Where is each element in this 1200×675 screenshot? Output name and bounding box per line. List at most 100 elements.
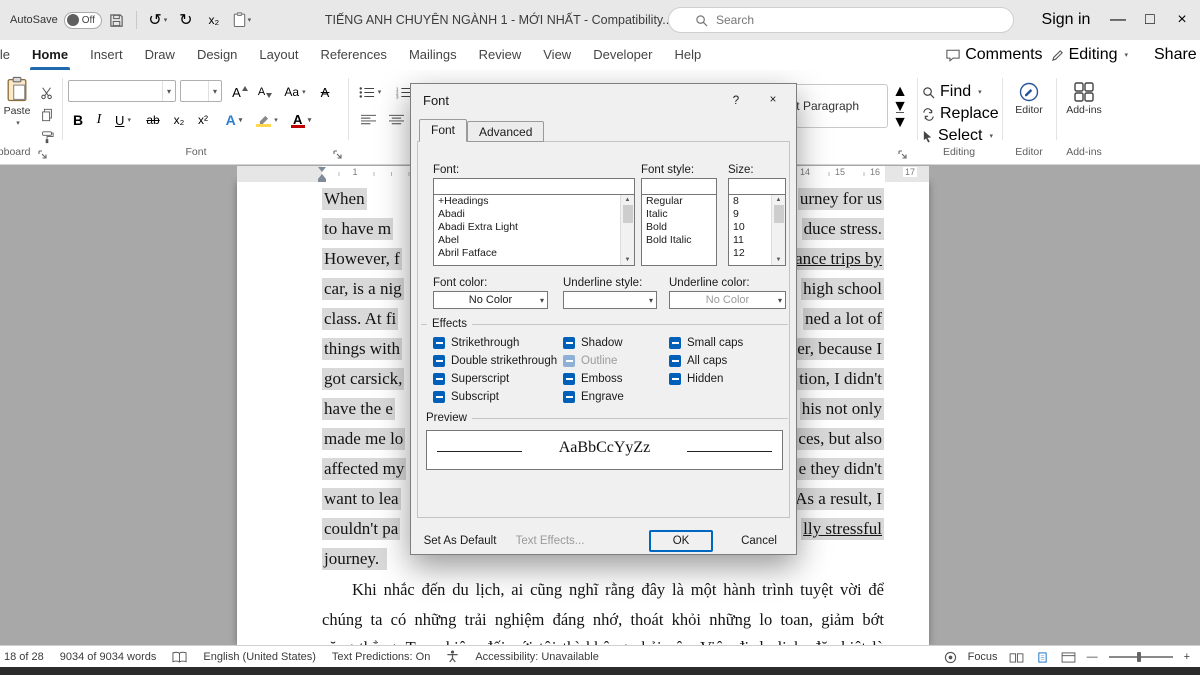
word-count[interactable]: 9034 of 9034 words <box>60 651 157 663</box>
paste-button[interactable]: Paste ▾ <box>0 76 40 127</box>
doc-text-right[interactable]: ned a lot of <box>803 308 884 330</box>
doc-text-right[interactable]: ance trips by <box>793 248 884 270</box>
accessibility-indicator[interactable]: Accessibility: Unavailable <box>475 651 599 663</box>
scroll-up-icon[interactable]: ▲ <box>625 197 631 203</box>
checkbox-icon[interactable] <box>433 355 445 367</box>
tab-mailings[interactable]: Mailings <box>398 40 468 70</box>
dialog-close-button[interactable]: × <box>758 88 788 112</box>
scroll-thumb[interactable] <box>774 205 784 223</box>
editing-mode-button[interactable]: Editing ▾ <box>1051 43 1128 67</box>
doc-paragraph-vietnamese[interactable]: căng thẳng. Tuy nhiên, đối với tôi thì k… <box>322 638 884 645</box>
scroll-thumb[interactable] <box>623 205 633 223</box>
grow-font-button[interactable]: A <box>228 80 252 104</box>
doc-text-right[interactable]: duce stress. <box>802 218 884 240</box>
shrink-font-button[interactable]: A <box>254 80 276 104</box>
checkbox-subscript[interactable]: Subscript <box>433 390 499 404</box>
clipboard-dialog-launcher[interactable] <box>38 149 49 160</box>
accessibility-icon[interactable] <box>446 650 459 663</box>
text-effects-button[interactable]: A▾ <box>220 108 248 132</box>
list-item[interactable]: +Headings <box>434 195 634 208</box>
list-item[interactable]: Abadi Extra Light <box>434 221 634 234</box>
align-left-button[interactable] <box>356 108 380 132</box>
size-list[interactable]: 8 9 10 11 12 ▲ ▼ <box>728 194 786 266</box>
font-color-button[interactable]: A ▾ <box>286 108 316 132</box>
checkbox-double-strikethrough[interactable]: Double strikethrough <box>433 354 557 368</box>
font-color-combo[interactable]: No Color ▾ <box>433 291 548 309</box>
find-button[interactable]: Find ▾ <box>922 82 982 102</box>
doc-paragraph-vietnamese[interactable]: Khi nhắc đến du lịch, ai cũng nghĩ rằng … <box>322 580 884 600</box>
first-line-indent-marker[interactable] <box>318 167 326 172</box>
checkbox-strikethrough[interactable]: Strikethrough <box>433 336 519 350</box>
doc-text-right[interactable]: As a result, I <box>793 488 884 510</box>
checkbox-icon[interactable] <box>433 337 445 349</box>
editor-button[interactable]: Editor <box>1006 82 1052 116</box>
language-indicator[interactable]: English (United States) <box>203 651 316 663</box>
scrollbar[interactable]: ▲ ▼ <box>620 195 634 265</box>
tab-draw[interactable]: Draw <box>134 40 186 70</box>
checkbox-icon[interactable] <box>433 391 445 403</box>
list-item[interactable]: Bold Italic <box>642 234 716 247</box>
doc-text-left[interactable]: to have m <box>322 218 393 240</box>
doc-text-right[interactable]: ces, but also <box>796 428 884 450</box>
doc-text-left[interactable]: want to lea <box>322 488 401 510</box>
minimize-button[interactable]: — <box>1102 0 1134 40</box>
redo-button[interactable]: ↻ <box>173 6 199 34</box>
doc-text-left[interactable]: made me lo <box>322 428 405 450</box>
underline-color-combo[interactable]: No Color ▾ <box>669 291 786 309</box>
print-layout-icon[interactable] <box>1035 652 1050 663</box>
doc-paragraph-vietnamese[interactable]: chúng ta có những trải nghiệm đáng nhớ, … <box>322 610 884 630</box>
font-size-combobox[interactable]: ▾ <box>180 80 222 102</box>
checkbox-icon[interactable] <box>563 373 575 385</box>
list-item[interactable]: Abel <box>434 234 634 247</box>
checkbox-outline[interactable]: Outline <box>563 354 617 368</box>
text-predictions-indicator[interactable]: Text Predictions: On <box>332 651 430 663</box>
format-painter-button[interactable] <box>36 128 58 146</box>
replace-button[interactable]: Replace <box>922 104 999 124</box>
cancel-button[interactable]: Cancel <box>727 530 791 552</box>
checkbox-icon[interactable] <box>563 337 575 349</box>
checkbox-small-caps[interactable]: Small caps <box>669 336 743 350</box>
font-name-combobox[interactable]: ▾ <box>68 80 176 102</box>
checkbox-icon[interactable] <box>669 355 681 367</box>
tab-insert[interactable]: Insert <box>79 40 134 70</box>
ok-button[interactable]: OK <box>649 530 713 552</box>
doc-text-left[interactable]: class. At fi <box>322 308 398 330</box>
font-name-input[interactable] <box>433 178 635 195</box>
web-layout-icon[interactable] <box>1061 652 1076 663</box>
doc-text-right[interactable]: tion, I didn't <box>797 368 884 390</box>
focus-label[interactable]: Focus <box>968 651 998 663</box>
doc-text-left[interactable]: car, is a nig <box>322 278 404 300</box>
tab-view[interactable]: View <box>532 40 582 70</box>
superscript-button[interactable]: x² <box>192 108 214 132</box>
page-indicator[interactable]: 18 of 28 <box>4 651 44 663</box>
undo-button[interactable]: ↺▾ <box>145 6 171 34</box>
font-style-input[interactable] <box>641 178 717 195</box>
tab-review[interactable]: Review <box>468 40 533 70</box>
font-dialog[interactable]: Font ? × Font Advanced Font: +Headings A… <box>410 83 797 555</box>
subscript-quick-button[interactable]: x₂ <box>201 6 227 34</box>
dialog-tab-advanced[interactable]: Advanced <box>467 121 544 142</box>
chevron-down-icon[interactable]: ▾ <box>208 81 217 101</box>
checkbox-icon[interactable] <box>669 373 681 385</box>
checkbox-all-caps[interactable]: All caps <box>669 354 727 368</box>
checkbox-shadow[interactable]: Shadow <box>563 336 623 350</box>
subscript-button[interactable]: x₂ <box>168 108 190 132</box>
styles-gallery-more-button[interactable]: ▼ <box>892 114 908 129</box>
scroll-down-icon[interactable]: ▼ <box>776 257 782 263</box>
list-item[interactable]: Abril Fatface <box>434 247 634 260</box>
focus-icon[interactable] <box>944 651 957 664</box>
styles-dialog-launcher[interactable] <box>898 149 909 160</box>
checkbox-superscript[interactable]: Superscript <box>433 372 509 386</box>
doc-text-right[interactable]: lly stressful <box>801 518 884 540</box>
italic-button[interactable]: I <box>90 108 108 132</box>
tab-help[interactable]: Help <box>663 40 712 70</box>
doc-text-left[interactable]: have the e <box>322 398 395 420</box>
size-input[interactable] <box>728 178 786 195</box>
underline-style-combo[interactable]: ▾ <box>563 291 657 309</box>
zoom-slider-thumb[interactable] <box>1137 652 1141 662</box>
zoom-in-button[interactable]: + <box>1184 651 1190 663</box>
list-item[interactable]: Regular <box>642 195 716 208</box>
share-button[interactable]: Share <box>1136 43 1200 67</box>
autosave-knob[interactable] <box>67 14 79 26</box>
clear-formatting-button[interactable]: A <box>314 80 336 104</box>
